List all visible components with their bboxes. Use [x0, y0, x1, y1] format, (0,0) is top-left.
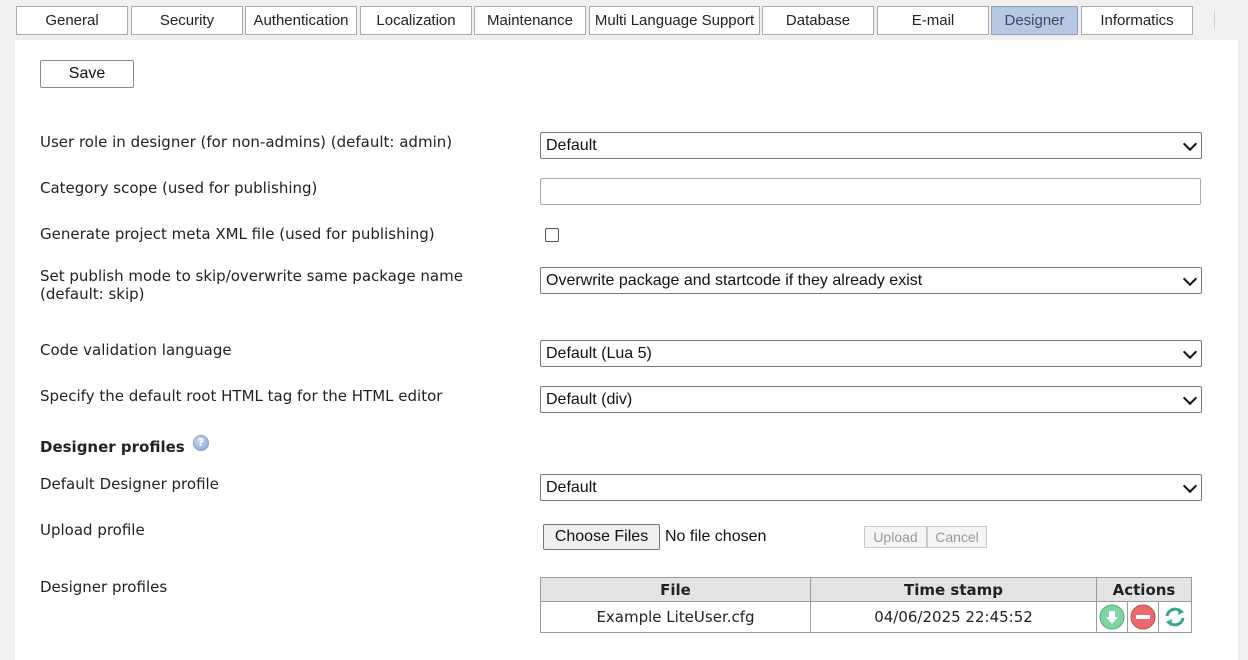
chevron-down-icon	[1179, 387, 1201, 412]
delete-button[interactable]	[1128, 602, 1159, 632]
tab-email[interactable]: E-mail	[877, 6, 989, 35]
tab-designer[interactable]: Designer	[991, 6, 1078, 35]
file-cell: Example LiteUser.cfg	[540, 601, 811, 633]
designer-settings-panel: Save User role in designer (for non-admi…	[15, 40, 1238, 660]
upload-profile-label: Upload profile	[40, 521, 145, 539]
publish-mode-label: Set publish mode to skip/overwrite same …	[40, 267, 463, 285]
refresh-button[interactable]	[1159, 602, 1190, 632]
code-validation-select[interactable]: Default (Lua 5)	[540, 340, 1202, 367]
cancel-button[interactable]: Cancel	[927, 526, 987, 548]
publish-mode-value: Overwrite package and startcode if they …	[546, 272, 923, 289]
default-profile-label: Default Designer profile	[40, 475, 219, 493]
code-validation-label: Code validation language	[40, 341, 232, 359]
refresh-icon	[1165, 607, 1184, 627]
choose-files-button[interactable]: Choose Files	[543, 524, 660, 550]
upload-button[interactable]: Upload	[864, 526, 927, 548]
designer-profiles-heading: Designer profiles	[40, 438, 185, 456]
meta-xml-checkbox[interactable]	[545, 228, 559, 242]
column-header-timestamp: Time stamp	[810, 577, 1097, 602]
root-tag-select[interactable]: Default (div)	[540, 386, 1202, 413]
publish-mode-select[interactable]: Overwrite package and startcode if they …	[540, 267, 1202, 294]
table-row: Example LiteUser.cfg 04/06/2025 22:45:52	[540, 601, 1192, 633]
category-scope-input[interactable]	[540, 178, 1201, 205]
default-profile-value: Default	[546, 479, 597, 496]
profiles-table: File Time stamp Actions Example LiteUser…	[540, 577, 1192, 633]
tab-multi-language-support[interactable]: Multi Language Support	[589, 6, 760, 35]
user-role-value: Default	[546, 137, 597, 154]
user-role-label: User role in designer (for non-admins) (…	[40, 133, 453, 151]
default-profile-select[interactable]: Default	[540, 474, 1202, 501]
user-role-select[interactable]: Default	[540, 132, 1202, 159]
root-tag-label: Specify the default root HTML tag for th…	[40, 387, 443, 405]
delete-icon	[1130, 604, 1156, 630]
tab-localization[interactable]: Localization	[360, 6, 472, 35]
root-tag-value: Default (div)	[546, 391, 633, 408]
tab-maintenance[interactable]: Maintenance	[474, 6, 586, 35]
tab-general[interactable]: General	[16, 6, 128, 35]
chevron-down-icon	[1179, 133, 1201, 158]
tab-authentication[interactable]: Authentication	[245, 6, 357, 35]
meta-xml-label: Generate project meta XML file (used for…	[40, 225, 435, 243]
save-button[interactable]: Save	[40, 60, 134, 88]
tab-divider	[1214, 11, 1215, 29]
tab-security[interactable]: Security	[131, 6, 243, 35]
category-scope-label: Category scope (used for publishing)	[40, 179, 318, 197]
column-header-file: File	[540, 577, 811, 602]
column-header-actions: Actions	[1096, 577, 1192, 602]
download-button[interactable]	[1097, 602, 1128, 632]
publish-mode-label-default: (default: skip)	[40, 285, 145, 303]
chevron-down-icon	[1179, 268, 1201, 293]
chevron-down-icon	[1179, 341, 1201, 366]
tab-bar: General Security Authentication Localiza…	[0, 0, 1248, 40]
tab-database[interactable]: Database	[762, 6, 874, 35]
profiles-table-label: Designer profiles	[40, 578, 168, 596]
file-status-text: No file chosen	[665, 528, 767, 545]
actions-cell	[1096, 601, 1192, 633]
help-icon[interactable]: ?	[193, 435, 209, 451]
code-validation-value: Default (Lua 5)	[546, 345, 652, 362]
chevron-down-icon	[1179, 475, 1201, 500]
download-icon	[1099, 604, 1125, 630]
timestamp-cell: 04/06/2025 22:45:52	[810, 601, 1097, 633]
tab-informatics[interactable]: Informatics	[1081, 6, 1193, 35]
